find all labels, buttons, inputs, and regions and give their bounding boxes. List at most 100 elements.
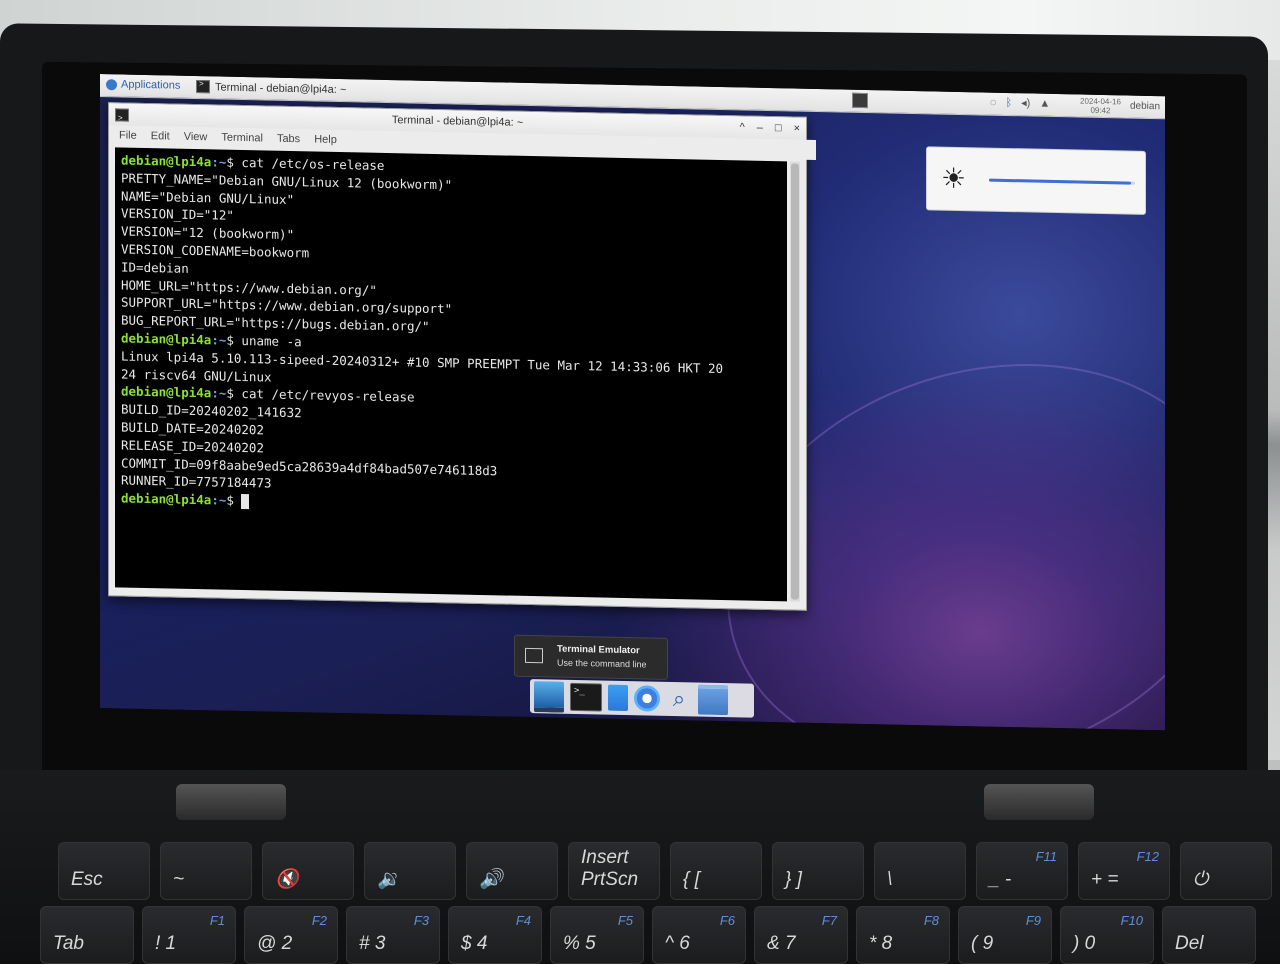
keyboard-key[interactable]: } ] (772, 842, 864, 900)
keyboard-key[interactable]: @ 2 F2 (244, 906, 338, 964)
user-menu[interactable]: debian (1130, 101, 1160, 113)
prompt-symbol: $ (226, 386, 234, 402)
taskbar-terminal-label: Terminal - debian@lpi4a: ~ (215, 80, 347, 96)
bluetooth-icon[interactable]: ᛒ (1006, 96, 1013, 108)
web-browser-icon[interactable] (634, 685, 660, 712)
key-fn-label: F11 (1035, 849, 1057, 864)
key-fn-label: F2 (311, 913, 327, 928)
close-button[interactable]: × (794, 118, 800, 140)
minimize-button[interactable]: – (757, 117, 763, 139)
keyboard-key[interactable]: 🔊 (466, 842, 558, 900)
keyboard-key[interactable]: % 5 F5 (550, 906, 644, 964)
keyboard-key[interactable]: ^ 6 F6 (652, 906, 746, 964)
keyboard-key[interactable]: ~ (160, 842, 252, 900)
key-label: @ 2 (257, 933, 293, 954)
key-label: Esc (71, 869, 103, 890)
terminal-icon (115, 108, 129, 122)
key-label: ⏻ (1193, 869, 1209, 890)
applications-menu[interactable]: Applications (106, 78, 180, 92)
shade-button[interactable]: ^ (740, 116, 745, 138)
key-label: # 3 (359, 933, 386, 954)
keyboard-key[interactable]: Esc (58, 842, 150, 900)
keyboard-key[interactable]: { [ (670, 842, 762, 900)
key-fn-label: F4 (515, 913, 531, 928)
terminal-icon (525, 647, 543, 664)
keyboard-key[interactable]: Insert PrtScn (568, 842, 660, 900)
notification-bell-icon[interactable]: ▲ (1039, 97, 1050, 109)
keyboard-key[interactable]: + = F12 (1078, 842, 1170, 900)
keyboard-key[interactable]: Tab (40, 906, 134, 964)
key-label: ( 9 (971, 933, 994, 954)
keyboard-key[interactable]: Del (1162, 906, 1256, 964)
key-label: } ] (785, 869, 802, 890)
terminal-icon (196, 80, 210, 94)
desktop-icon[interactable] (534, 680, 564, 713)
prompt-path: :~ (211, 492, 227, 508)
command-text: uname -a (233, 332, 302, 350)
show-desktop-icon[interactable] (852, 92, 868, 109)
menu-help[interactable]: Help (314, 129, 337, 149)
clock-time: 09:42 (1090, 105, 1111, 116)
command-text: cat /etc/os-release (233, 154, 385, 173)
key-label: ^ 6 (665, 933, 690, 954)
keyboard-key[interactable]: 🔉 (364, 842, 456, 900)
terminal-window: Terminal - debian@lpi4a: ~ ^ – □ × File … (108, 102, 816, 611)
keyboard-key[interactable]: _ - F11 (976, 842, 1068, 900)
key-label: 🔉 (377, 869, 401, 890)
menu-terminal[interactable]: Terminal (221, 128, 263, 149)
tooltip-subtitle: Use the command line (557, 657, 647, 670)
terminal-icon[interactable] (570, 682, 602, 712)
menu-view[interactable]: View (184, 127, 208, 147)
hinge-left (176, 784, 286, 820)
menu-file[interactable]: File (119, 125, 137, 145)
prompt-user: debian@lpi4a (121, 383, 212, 401)
key-label: Insert PrtScn (581, 847, 639, 890)
prompt-user: debian@lpi4a (121, 490, 212, 508)
taskbar-terminal-button[interactable]: Terminal - debian@lpi4a: ~ (196, 80, 346, 96)
key-label: Del (1175, 933, 1204, 954)
dock-tooltip: Terminal Emulator Use the command line (514, 634, 668, 680)
menu-tabs[interactable]: Tabs (277, 129, 300, 149)
keyboard-key[interactable]: \ (874, 842, 966, 900)
network-icon[interactable]: ◌ (990, 96, 997, 108)
terminal-scrollbar[interactable] (790, 161, 800, 602)
key-label: Tab (53, 933, 84, 954)
keyboard-key[interactable]: $ 4 F4 (448, 906, 542, 964)
keyboard-key[interactable]: # 3 F3 (346, 906, 440, 964)
keyboard-key[interactable]: 🔇 (262, 842, 354, 900)
brightness-slider[interactable] (989, 178, 1135, 185)
app-finder-icon[interactable]: ⌕ (666, 686, 692, 713)
clock[interactable]: 2024-04-16 09:42 (1080, 97, 1121, 116)
file-manager-icon[interactable] (698, 684, 728, 716)
keyboard-key[interactable]: ! 1 F1 (142, 906, 236, 964)
text-cursor (241, 494, 250, 510)
keyboard-key[interactable]: ) 0 F10 (1060, 906, 1154, 964)
key-label: ) 0 (1073, 933, 1096, 954)
prompt-symbol: $ (226, 492, 234, 508)
brightness-popup: ☀ (926, 146, 1146, 215)
scrollbar-thumb[interactable] (791, 163, 799, 600)
laptop-screen: Applications Terminal - debian@lpi4a: ~ … (100, 74, 1165, 731)
keyboard-key[interactable]: ( 9 F9 (958, 906, 1052, 964)
key-label: + = (1091, 869, 1119, 890)
system-tray: ◌ ᛒ ◂) ▲ (990, 96, 1050, 110)
key-fn-label: F9 (1025, 913, 1041, 928)
menu-edit[interactable]: Edit (151, 126, 170, 146)
key-fn-label: F7 (821, 913, 837, 928)
key-fn-label: F8 (923, 913, 939, 928)
key-label: \ (887, 869, 893, 890)
key-fn-label: F10 (1120, 913, 1143, 928)
keyboard-key[interactable]: ⏻ (1180, 842, 1272, 900)
volume-icon[interactable]: ◂) (1021, 96, 1030, 109)
maximize-button[interactable]: □ (775, 117, 782, 139)
keyboard-key[interactable]: * 8 F8 (856, 906, 950, 964)
window-title: Terminal - debian@lpi4a: ~ (391, 114, 524, 129)
keyboard-key[interactable]: & 7 F7 (754, 906, 848, 964)
applications-icon (106, 78, 117, 90)
command-text (234, 493, 242, 508)
text-editor-icon[interactable] (608, 684, 628, 712)
key-fn-label: F6 (719, 913, 735, 928)
window-controls: ^ – □ × (740, 116, 800, 139)
key-fn-label: F1 (209, 913, 225, 928)
terminal-console[interactable]: debian@lpi4a:~$ cat /etc/os-release PRETT… (115, 147, 787, 602)
